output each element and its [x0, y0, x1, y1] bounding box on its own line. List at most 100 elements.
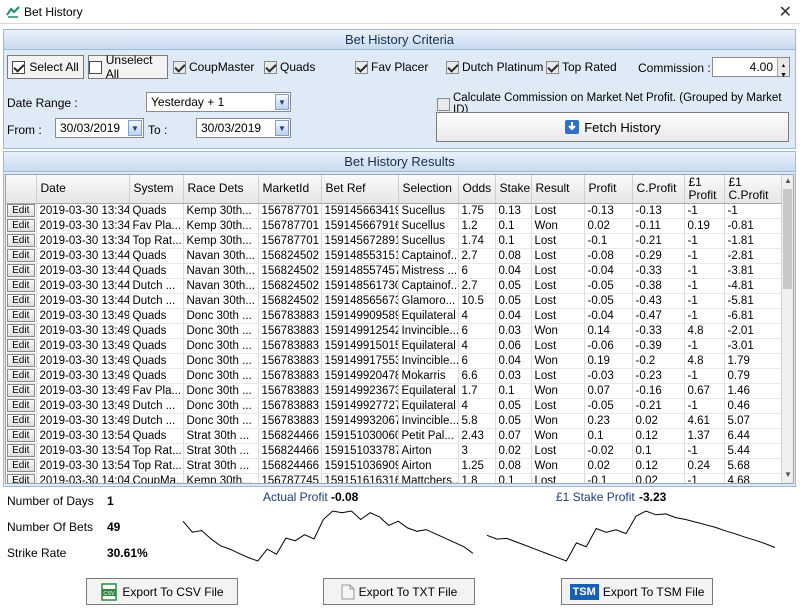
edit-button[interactable]: Edit: [7, 354, 35, 367]
table-cell: 1.2: [458, 218, 496, 234]
close-icon[interactable]: ✕: [779, 2, 792, 22]
edit-button[interactable]: Edit: [7, 444, 35, 457]
edit-button[interactable]: Edit: [7, 234, 35, 247]
edit-button[interactable]: Edit: [7, 324, 35, 337]
table-cell: 6: [458, 263, 496, 279]
spin-down-icon[interactable]: ▼: [777, 67, 789, 79]
table-row[interactable]: Edit 2019-03-30 14:04 CoupMa... Kemp 30th..…: [6, 473, 783, 483]
table-cell: 2019-03-30 13:49: [36, 323, 130, 339]
column-header[interactable]: Date: [36, 175, 130, 204]
export-tsm-button[interactable]: TSM Export To TSM File: [561, 578, 713, 605]
dropdown-arrow-icon[interactable]: ▼: [275, 94, 289, 110]
column-header[interactable]: MarketId: [258, 175, 322, 204]
from-date-picker[interactable]: 30/03/2019 ▼: [55, 118, 144, 138]
table-row[interactable]: Edit 2019-03-30 13:49 Quads Donc 30th ... 15…: [6, 353, 783, 369]
table-cell: -0.08: [584, 248, 633, 264]
table-row[interactable]: Edit 2019-03-30 13:49 Fav Pla... Donc 30th …: [6, 383, 783, 399]
edit-button[interactable]: Edit: [7, 219, 35, 232]
export-csv-button[interactable]: CSV Export To CSV File: [86, 578, 238, 605]
column-header[interactable]: Selection: [398, 175, 459, 204]
edit-button[interactable]: Edit: [7, 264, 35, 277]
table-cell: Quads: [129, 368, 184, 384]
edit-button[interactable]: Edit: [7, 474, 35, 483]
table-cell: 2019-03-30 13:44: [36, 293, 130, 309]
table-row[interactable]: Edit 2019-03-30 13:49 Dutch ... Donc 30th .…: [6, 398, 783, 414]
edit-button[interactable]: Edit: [7, 384, 35, 397]
edit-button[interactable]: Edit: [7, 459, 35, 472]
table-cell: 4.68: [724, 473, 783, 483]
system-checkbox-dutch-platinum[interactable]: Dutch Platinum: [446, 60, 543, 74]
spin-up-icon[interactable]: ▲: [777, 58, 789, 70]
table-row[interactable]: Edit 2019-03-30 13:49 Dutch ... Donc 30th .…: [6, 413, 783, 429]
edit-button[interactable]: Edit: [7, 339, 35, 352]
table-cell: 156824502: [258, 278, 322, 294]
table-cell: Donc 30th ...: [183, 383, 259, 399]
unselect-all-button[interactable]: Unselect All: [88, 53, 168, 81]
to-date-picker[interactable]: 30/03/2019 ▼: [196, 118, 291, 138]
table-row[interactable]: Edit 2019-03-30 13:49 Quads Donc 30th ... 15…: [6, 368, 783, 384]
scrollbar-thumb[interactable]: [783, 189, 792, 289]
table-cell: 6.44: [724, 428, 783, 444]
table-row[interactable]: Edit 2019-03-30 13:54 Quads Strat 30th ... 1…: [6, 428, 783, 444]
vertical-scrollbar[interactable]: ▲ ▼: [781, 175, 793, 483]
system-checkbox-quads[interactable]: Quads: [264, 60, 315, 74]
table-row[interactable]: Edit 2019-03-30 13:54 Top Rat... Strat 30th…: [6, 458, 783, 474]
select-all-button[interactable]: Select All: [7, 55, 84, 79]
scroll-down-icon[interactable]: ▼: [782, 470, 793, 482]
edit-button[interactable]: Edit: [7, 369, 35, 382]
edit-button[interactable]: Edit: [7, 399, 35, 412]
column-header[interactable]: Bet Ref: [321, 175, 399, 204]
column-header[interactable]: Profit: [584, 175, 633, 204]
table-row[interactable]: Edit 2019-03-30 13:49 Quads Donc 30th ... 15…: [6, 338, 783, 354]
edit-cell: Edit: [6, 338, 37, 354]
edit-button[interactable]: Edit: [7, 414, 35, 427]
to-date-value: 30/03/2019: [201, 121, 262, 135]
table-row[interactable]: Edit 2019-03-30 13:44 Dutch ... Navan 30th.…: [6, 293, 783, 309]
column-header[interactable]: C.Profit: [632, 175, 685, 204]
column-header[interactable]: Race Dets: [183, 175, 259, 204]
table-cell: 0.24: [684, 458, 725, 474]
commission-input[interactable]: 4.00 ▲ ▼: [712, 57, 790, 79]
table-cell: 156787701: [258, 233, 322, 249]
edit-button[interactable]: Edit: [7, 249, 35, 262]
column-header[interactable]: Stake: [495, 175, 532, 204]
dropdown-arrow-icon[interactable]: ▼: [275, 120, 289, 136]
table-row[interactable]: Edit 2019-03-30 13:49 Quads Donc 30th ... 15…: [6, 323, 783, 339]
system-checkbox-top-rated[interactable]: Top Rated: [546, 60, 617, 74]
column-header[interactable]: System: [129, 175, 184, 204]
table-row[interactable]: Edit 2019-03-30 13:34 Quads Kemp 30th... 156…: [6, 203, 783, 219]
table-cell: 3: [458, 443, 496, 459]
table-row[interactable]: Edit 2019-03-30 13:44 Quads Navan 30th... 15…: [6, 263, 783, 279]
edit-button[interactable]: Edit: [7, 309, 35, 322]
table-cell: Mokarris: [398, 368, 459, 384]
column-header[interactable]: Odds: [458, 175, 496, 204]
table-cell: Won: [531, 383, 585, 399]
table-cell: -0.02: [584, 443, 633, 459]
table-row[interactable]: Edit 2019-03-30 13:44 Quads Navan 30th... 15…: [6, 248, 783, 264]
scroll-up-icon[interactable]: ▲: [782, 176, 793, 188]
system-checkbox-coupmaster[interactable]: CoupMaster: [173, 60, 254, 74]
edit-button[interactable]: Edit: [7, 294, 35, 307]
dropdown-arrow-icon[interactable]: ▼: [128, 120, 142, 136]
column-header[interactable]: Result: [531, 175, 585, 204]
table-row[interactable]: Edit 2019-03-30 13:34 Fav Pla... Kemp 30th.…: [6, 218, 783, 234]
edit-button[interactable]: Edit: [7, 429, 35, 442]
column-header[interactable]: £1 C.Profit: [724, 175, 783, 204]
system-checkbox-fav-placer[interactable]: Fav Placer: [355, 60, 428, 74]
table-cell: Lost: [531, 368, 585, 384]
table-cell: -1: [684, 443, 725, 459]
commission-label: Commission :: [638, 61, 711, 75]
table-row[interactable]: Edit 2019-03-30 13:34 Top Rat... Kemp 30th.…: [6, 233, 783, 249]
column-header[interactable]: [6, 175, 37, 204]
edit-button[interactable]: Edit: [7, 204, 35, 217]
fetch-history-button[interactable]: Fetch History: [436, 112, 789, 142]
table-row[interactable]: Edit 2019-03-30 13:54 Top Rat... Strat 30th…: [6, 443, 783, 459]
table-cell: -1: [684, 248, 725, 264]
edit-button[interactable]: Edit: [7, 279, 35, 292]
date-range-select[interactable]: Yesterday + 1 ▼: [146, 92, 291, 112]
table-row[interactable]: Edit 2019-03-30 13:44 Dutch ... Navan 30th.…: [6, 278, 783, 294]
column-header[interactable]: £1 Profit: [684, 175, 725, 204]
export-txt-button[interactable]: Export To TXT File: [323, 578, 475, 605]
table-cell: 159148553151: [321, 248, 399, 264]
table-row[interactable]: Edit 2019-03-30 13:49 Quads Donc 30th ... 15…: [6, 308, 783, 324]
